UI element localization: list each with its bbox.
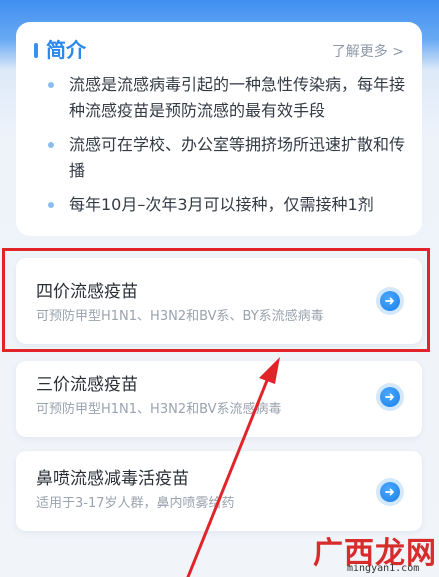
vaccine-description: 可预防甲型H1N1、H3N2和BV系流感病毒 [36, 402, 282, 417]
arrow-right-circle-icon[interactable] [380, 482, 400, 502]
vaccine-name: 三价流感疫苗 [36, 375, 138, 395]
intro-bullet: 流感是流感病毒引起的一种急性传染病，每年接种流感疫苗是预防流感的最有效手段 [46, 72, 406, 124]
watermark: 广西龙网 mingyan1.com [313, 530, 437, 576]
vaccine-card-quadrivalent[interactable]: 四价流感疫苗 可预防甲型H1N1、H3N2和BV系、BY系流感病毒 [16, 258, 422, 344]
intro-bullet-text: 每年10月–次年3月可以接种，仅需接种1剂 [69, 195, 374, 214]
arrow-right-circle-icon[interactable] [380, 387, 400, 407]
vaccine-card-trivalent[interactable]: 三价流感疫苗 可预防甲型H1N1、H3N2和BV系流感病毒 [16, 361, 422, 437]
intro-bullet: 流感可在学校、办公室等拥挤场所迅速扩散和传播 [46, 132, 406, 184]
bullet-dot-icon [48, 142, 54, 148]
title-accent-bar [34, 43, 38, 58]
intro-card: 简介 了解更多 > 流感是流感病毒引起的一种急性传染病，每年接种流感疫苗是预防流… [16, 22, 422, 236]
learn-more-link[interactable]: 了解更多 > [332, 42, 404, 62]
vaccine-description: 可预防甲型H1N1、H3N2和BV系、BY系流感病毒 [36, 309, 324, 324]
intro-bullet-text: 流感是流感病毒引起的一种急性传染病，每年接种流感疫苗是预防流感的最有效手段 [69, 75, 406, 120]
bullet-dot-icon [48, 82, 54, 88]
bullet-dot-icon [48, 202, 54, 208]
intro-title: 简介 [46, 38, 86, 62]
vaccine-name: 四价流感疫苗 [36, 282, 138, 302]
watermark-url: mingyan1.com [347, 563, 420, 574]
vaccine-name: 鼻喷流感减毒活疫苗 [36, 469, 189, 489]
intro-bullet-list: 流感是流感病毒引起的一种急性传染病，每年接种流感疫苗是预防流感的最有效手段 流感… [46, 72, 406, 226]
arrow-right-circle-icon[interactable] [380, 291, 400, 311]
intro-bullet: 每年10月–次年3月可以接种，仅需接种1剂 [46, 192, 406, 218]
vaccine-description: 适用于3-17岁人群，鼻内喷雾给药 [36, 496, 235, 511]
vaccine-card-nasal-spray[interactable]: 鼻喷流感减毒活疫苗 适用于3-17岁人群，鼻内喷雾给药 [16, 451, 422, 531]
intro-bullet-text: 流感可在学校、办公室等拥挤场所迅速扩散和传播 [69, 135, 406, 180]
